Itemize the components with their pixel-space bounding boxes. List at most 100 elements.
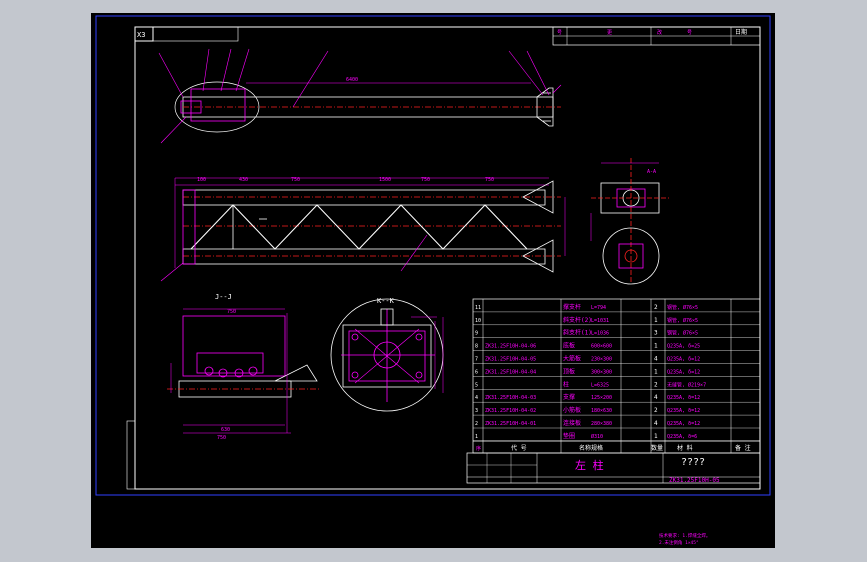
drawing-title: 左 柱 (575, 458, 604, 472)
header-no: 序 (476, 445, 481, 452)
parts-row-dim: L=6325 (591, 382, 609, 388)
parts-row-code: ZK31.25F10H-04-06 (485, 344, 536, 350)
parts-row-code: ZK31.25F10H-04-05 (485, 357, 536, 363)
parts-table: 11 撑支杆 L=794 2 钢管, Ø76×510 斜支杆(2) L=1031 1 钢管, Ø… (472, 298, 761, 454)
cad-drawing: X3 号 更 改 号 日期 6400 100 430 750 1500 750 … (95, 15, 771, 546)
parts-row-dim: 180×630 (591, 408, 612, 414)
parts-row-no: 2 (475, 421, 478, 427)
rev-cell-2: 更 (607, 30, 612, 36)
rev-cell-4: 号 (687, 30, 692, 36)
parts-row-qty: 1 (654, 317, 658, 324)
title-block: 左 柱 ???? ZK31.25F10H-05 (466, 452, 761, 484)
svg-text:1500: 1500 (379, 177, 391, 183)
parts-row-material: Q235A, δ=12 (667, 421, 700, 427)
parts-row-dim: L=794 (591, 305, 606, 311)
parts-row-qty: 2 (654, 381, 658, 388)
parts-row-qty: 4 (654, 420, 658, 427)
parts-row-code: ZK31.25F10H-04-01 (485, 421, 536, 427)
parts-row-no: 7 (475, 357, 478, 363)
company-name: ???? (681, 457, 705, 468)
parts-row-dim: 280×380 (591, 421, 612, 427)
parts-row-dim: 600×600 (591, 344, 612, 350)
svg-text:750: 750 (291, 177, 300, 183)
parts-row-name: 斜支杆(2) (563, 316, 592, 324)
parts-row-no: 8 (475, 344, 478, 350)
parts-row-name: 小筋板 (563, 406, 581, 414)
parts-row-qty: 4 (654, 356, 658, 363)
parts-row-no: 4 (475, 395, 478, 401)
svg-text:430: 430 (239, 177, 248, 183)
note-line-2: 2.未注倒角 1×45° (659, 539, 699, 546)
svg-text:750: 750 (485, 177, 494, 183)
header-qty: 数量 (651, 444, 663, 452)
parts-row-material: Q235A, δ=12 (667, 395, 700, 401)
parts-row-name: 垫圈 (563, 432, 575, 440)
parts-row-name: 连接板 (563, 419, 581, 427)
note-line-1: 技术要求: 1.焊缝全焊。 (659, 532, 710, 539)
svg-text:750: 750 (217, 435, 226, 441)
parts-row-no: 3 (475, 408, 478, 414)
svg-text:750: 750 (227, 309, 236, 315)
parts-row-material: 钢管, Ø76×5 (667, 330, 698, 337)
parts-row-no: 1 (475, 434, 478, 440)
parts-row-material: 钢管, Ø76×5 (667, 317, 698, 324)
parts-row-dim: L=1036 (591, 331, 609, 337)
parts-row-no: 9 (475, 331, 478, 337)
parts-row-dim: Ø310 (591, 433, 603, 440)
parts-row-material: Q235A, δ=25 (667, 344, 700, 350)
parts-row-qty: 2 (654, 407, 658, 414)
parts-row-material: Q235A, δ=12 (667, 357, 700, 363)
parts-row-name: 支撑 (563, 393, 575, 401)
header-remark: 备 注 (735, 444, 751, 452)
parts-row-name: 底板 (563, 342, 575, 350)
parts-row-no: 5 (475, 382, 478, 388)
truss-view: 100 430 750 1500 750 750 (160, 177, 566, 282)
section-kk-view: K--K (330, 297, 444, 412)
section-kk-label: K--K (377, 297, 395, 305)
parts-row-code: ZK31.25F10H-04-04 (485, 369, 536, 375)
parts-row-material: Q235A, δ=6 (667, 434, 697, 440)
parts-row-qty: 4 (654, 394, 658, 401)
parts-row-material: 无缝管, Ø219×7 (667, 381, 706, 388)
drawing-border (134, 26, 761, 490)
parts-row-qty: 1 (654, 368, 658, 375)
parts-row-name: 大筋板 (563, 355, 581, 363)
svg-text:630: 630 (221, 427, 230, 433)
drawing-sheet: X3 号 更 改 号 日期 6400 100 430 750 1500 750 … (91, 13, 775, 548)
side-strip (126, 420, 136, 490)
parts-row-code: ZK31.25F10H-04-03 (485, 395, 536, 401)
section-aa-label: A-A (647, 169, 656, 175)
parts-row-dim: 125×200 (591, 395, 612, 401)
header-name: 名称规格 (579, 444, 603, 452)
header-code: 代 号 (511, 444, 527, 452)
parts-row-qty: 3 (654, 330, 658, 337)
parts-row-name: 柱 (563, 380, 569, 388)
parts-row-no: 6 (475, 369, 478, 375)
svg-text:6400: 6400 (346, 77, 358, 83)
section-jj-label: J--J (215, 293, 232, 301)
rev-cell-1: 号 (557, 30, 562, 36)
rev-cell-3: 改 (657, 29, 662, 36)
parts-row-no: 10 (475, 318, 481, 324)
section-aa-view: A-A (590, 158, 669, 285)
parts-row-material: Q235A, δ=12 (667, 369, 700, 375)
parts-row-qty: 1 (654, 343, 658, 350)
svg-text:100: 100 (197, 177, 206, 183)
parts-row-dim: 230×300 (591, 357, 612, 363)
parts-row-name: 斜支杆(1) (563, 329, 592, 337)
parts-row-qty: 1 (654, 433, 658, 440)
header-material: 材 料 (677, 444, 693, 452)
parts-row-code: ZK31.25F10H-04-02 (485, 408, 536, 414)
rev-cell-5: 日期 (735, 28, 747, 36)
parts-row-dim: L=1031 (591, 318, 609, 324)
parts-row-material: Q235A, δ=12 (667, 408, 700, 414)
drawing-number: ZK31.25F10H-05 (669, 477, 720, 484)
revision-table: 号 更 改 号 日期 (552, 26, 761, 46)
parts-row-no: 11 (475, 305, 481, 311)
parts-row-name: 顶板 (563, 367, 575, 375)
section-jj-view: J--J 750 630 750 (167, 293, 321, 441)
svg-text:750: 750 (421, 177, 430, 183)
corner-label: X3 (137, 31, 145, 39)
parts-row-name: 撑支杆 (563, 303, 581, 311)
parts-row-material: 钢管, Ø76×5 (667, 304, 698, 311)
